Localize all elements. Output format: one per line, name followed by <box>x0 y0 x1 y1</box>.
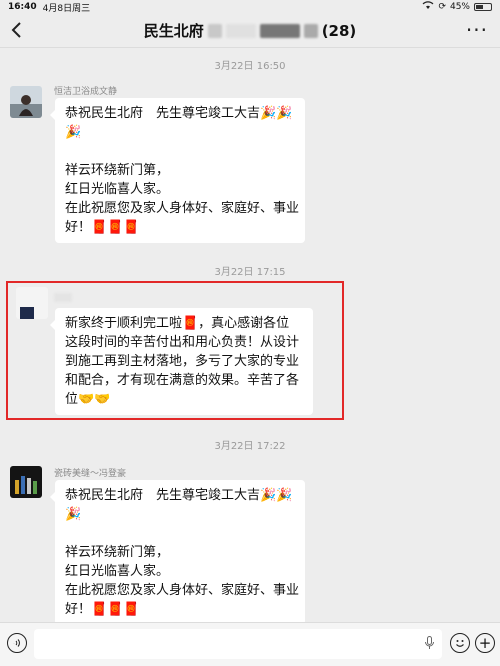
status-date: 4月8日周三 <box>42 3 91 14</box>
redacted-name <box>303 23 318 38</box>
highlight-box <box>6 281 344 420</box>
avatar[interactable] <box>10 86 42 118</box>
battery-percent: 45% <box>449 2 470 12</box>
emoji-icon[interactable] <box>450 633 470 653</box>
status-time: 16:40 <box>8 2 37 12</box>
message-timestamp: 3月22日 17:15 <box>214 267 286 278</box>
redacted-name <box>207 23 222 38</box>
member-count: (28) <box>321 21 357 40</box>
message-line: 🎉 <box>65 507 82 522</box>
message-line: 恭祝民生北府 先生尊宅竣工大吉🎉🎉 <box>65 106 293 121</box>
message-input[interactable] <box>34 629 442 659</box>
mic-icon[interactable] <box>425 636 434 654</box>
message-bubble[interactable]: 恭祝民生北府 先生尊宅竣工大吉🎉🎉 🎉 祥云环绕新门第， 红日光临喜人家。 在此… <box>50 480 305 625</box>
lock-rotation-icon: ⟳ <box>438 2 446 12</box>
message-line: 红日光临喜人家。 <box>65 182 170 197</box>
chevron-left-icon[interactable] <box>10 20 30 42</box>
voice-icon[interactable] <box>7 633 27 653</box>
message-line: 在此祝愿您及家人身体好、家庭好、事业 <box>65 583 300 598</box>
message-line: 好！🧧🧧🧧 <box>65 220 140 235</box>
message-line <box>65 524 295 543</box>
avatar[interactable] <box>10 466 42 498</box>
message-bubble[interactable]: 恭祝民生北府 先生尊宅竣工大吉🎉🎉 🎉 祥云环绕新门第， 红日光临喜人家。 在此… <box>50 98 305 243</box>
redacted-name <box>259 23 300 38</box>
chat-title-text: 民生北府 <box>143 22 204 40</box>
chat-header: 民生北府 (28) ··· <box>0 14 500 48</box>
redacted-name <box>225 23 256 38</box>
chat-title: 民生北府 (28) <box>144 20 357 41</box>
status-right: ⟳ 45% <box>422 1 492 13</box>
message-line: 祥云环绕新门第， <box>65 545 170 560</box>
message-line: 祥云环绕新门第， <box>65 163 170 178</box>
wifi-icon <box>422 1 434 13</box>
sender-name: 瓷砖美缝～冯登豪 <box>54 469 127 479</box>
more-icon[interactable]: ··· <box>466 18 488 42</box>
message-line: 恭祝民生北府 先生尊宅竣工大吉🎉🎉 <box>65 488 293 503</box>
input-bar: + <box>0 622 500 666</box>
battery-icon <box>474 3 492 11</box>
status-bar: 16:40 4月8日周三 ⟳ 45% <box>0 0 500 14</box>
message-line: 好！🧧🧧🧧 <box>65 602 140 617</box>
message-line <box>65 142 295 161</box>
message-line: 在此祝愿您及家人身体好、家庭好、事业 <box>65 201 300 216</box>
message-line: 🎉 <box>65 125 82 140</box>
message-timestamp: 3月22日 16:50 <box>214 61 286 72</box>
plus-icon[interactable]: + <box>475 633 495 653</box>
message-line: 红日光临喜人家。 <box>65 564 170 579</box>
message-timestamp: 3月22日 17:22 <box>214 441 286 452</box>
sender-name: 恒洁卫浴成文静 <box>54 87 118 97</box>
